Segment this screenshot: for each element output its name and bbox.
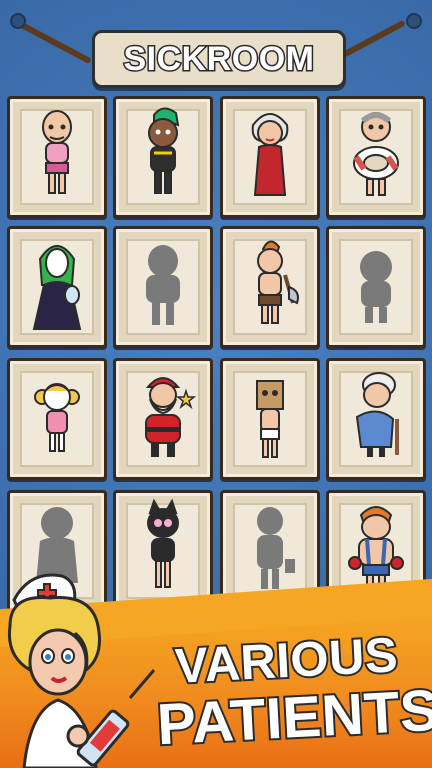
grandpa-lifebuoy-icon xyxy=(353,112,399,196)
sickroom-sign: SICKROOM xyxy=(92,30,346,88)
punk-green-mohawk-icon xyxy=(148,107,180,194)
nail-right xyxy=(406,13,422,29)
promo-line-patients: PATIENTS xyxy=(153,676,432,760)
patient-card-granny[interactable] xyxy=(326,358,426,480)
patient-card-locked-2[interactable] xyxy=(326,226,426,348)
little-girl-pigtails-icon xyxy=(34,383,80,452)
bald-man-icon xyxy=(42,110,72,194)
patient-card-locked-1[interactable] xyxy=(113,226,213,348)
green-hair-woman-mirror-icon xyxy=(32,245,82,330)
axe-man-icon xyxy=(257,240,299,324)
granny-cane-icon xyxy=(355,372,399,457)
nail-left xyxy=(10,13,26,29)
patient-card-paper-bag[interactable] xyxy=(220,358,320,480)
patient-card-lady-red-dress[interactable] xyxy=(220,96,320,218)
game-screen: SICKROOM VARIOUS PATIENTS xyxy=(0,0,432,768)
patient-card-little-girl[interactable] xyxy=(7,358,107,480)
paper-bag-head-icon xyxy=(256,380,284,458)
rope-left xyxy=(16,20,92,65)
locked-silhouette-icon xyxy=(360,251,392,323)
patient-card-grandpa-lifebuoy[interactable] xyxy=(326,96,426,218)
sickroom-title: SICKROOM xyxy=(122,38,316,79)
patient-card-santa[interactable] xyxy=(113,358,213,480)
locked-silhouette-icon xyxy=(146,245,180,325)
patient-card-green-hair-woman[interactable] xyxy=(7,226,107,348)
patient-card-punk[interactable] xyxy=(113,96,213,218)
patient-card-bald-man[interactable] xyxy=(7,96,107,218)
patient-card-axe-man[interactable] xyxy=(220,226,320,348)
santa-claus-icon xyxy=(145,377,197,457)
lady-red-dress-icon xyxy=(251,113,289,196)
